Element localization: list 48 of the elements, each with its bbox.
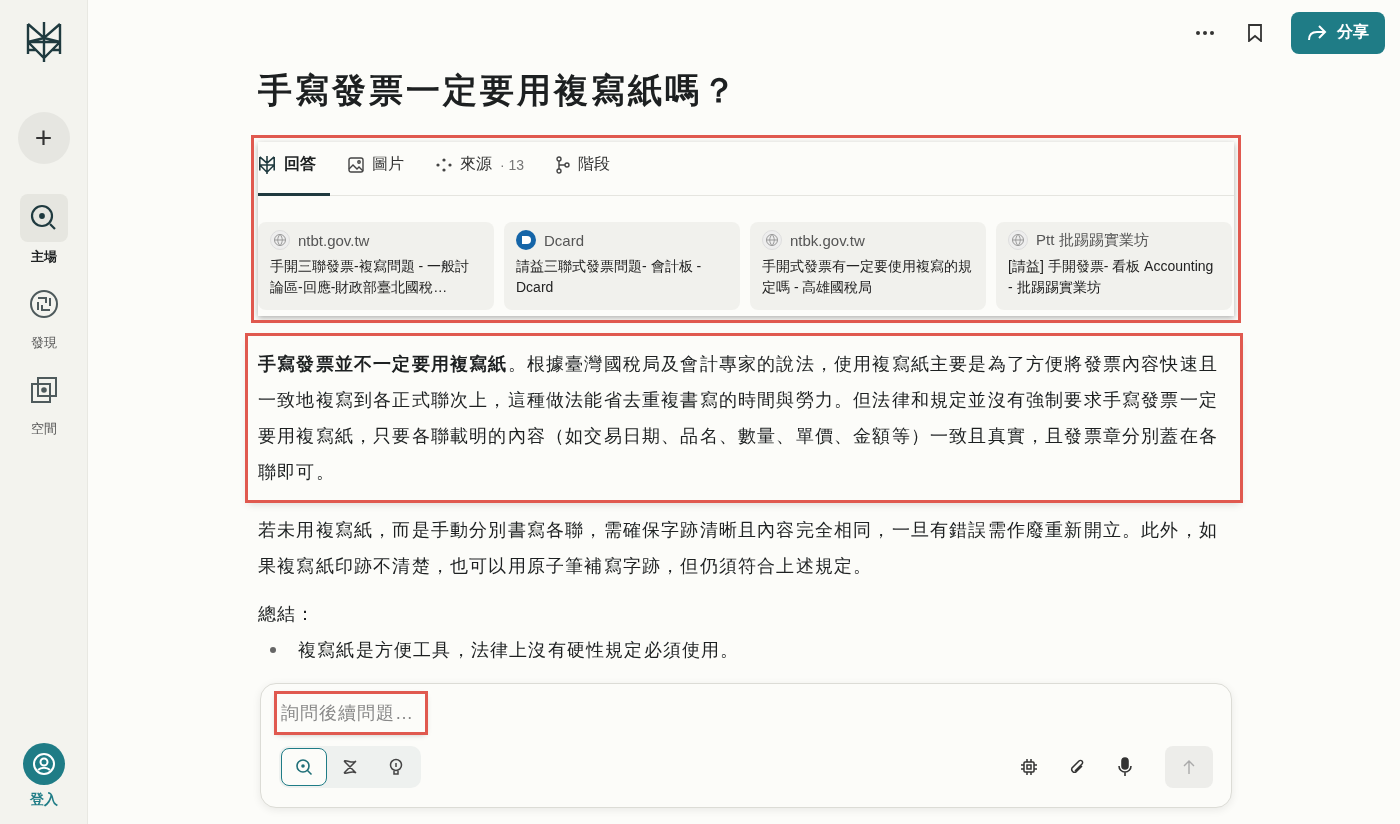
search-icon (29, 204, 58, 232)
tab[interactable]: 階段 (556, 144, 625, 196)
source-card[interactable]: ntbk.gov.tw 手開式發票有一定要使用複寫的規定嗎 - 高雄國稅局 (750, 222, 986, 310)
branch-icon (556, 155, 571, 174)
user-icon (31, 752, 56, 776)
tab[interactable]: 圖片 (348, 144, 418, 196)
globe-icon (28, 289, 59, 319)
search-icon (295, 758, 313, 776)
share-button[interactable]: 分享 (1291, 11, 1385, 54)
question-input-field[interactable]: 詢問後續問題… (277, 694, 425, 732)
source-title: 手開式發票有一定要使用複寫的規定嗎 - 高雄國稅局 (762, 257, 973, 297)
source-card[interactable]: Ptt 批踢踢實業坊 [請益] 手開發票- 看板 Accounting - 批踢踢實業坊 (996, 222, 1232, 310)
source-site: Dcard (544, 231, 584, 249)
bookmark-icon (1248, 23, 1262, 42)
globe-icon (762, 230, 782, 250)
source-card[interactable]: ntbt.gov.tw 手開三聯發票-複寫問題 - 一般討論區-回應-財政部臺北國稅… (258, 222, 494, 310)
microphone-icon (1117, 757, 1133, 777)
tab[interactable]: 回答 (258, 144, 330, 196)
bullet-icon (270, 647, 276, 653)
image-icon (348, 156, 364, 173)
answer-heading: 總結： (258, 603, 316, 626)
sidebar-item[interactable]: 發現 (19, 280, 68, 352)
new-thread-button[interactable]: + (17, 112, 70, 164)
source-card[interactable]: Dcard 請益三聯式發票問題- 會計板 - Dcard (504, 222, 740, 310)
sidebar-item[interactable]: 空間 (19, 366, 68, 438)
more-icon (1196, 30, 1214, 35)
bullet-item: 複寫紙是方便工具，法律上沒有硬性規定必須使用。 (298, 639, 740, 662)
source-site: Ptt 批踢踢實業坊 (1036, 230, 1149, 250)
arrow-up-icon (1182, 759, 1196, 775)
source-site: ntbt.gov.tw (298, 231, 370, 249)
source-title: [請益] 手開發票- 看板 Accounting - 批踢踢實業坊 (1008, 257, 1215, 297)
chip-icon (1020, 758, 1038, 776)
answer-paragraph: 若未用複寫紙，而是手動分別書寫各聯，需確保字跡清晰且內容完全相同，一旦有錯誤需作廢重新開立。此外，如果複寫紙印跡不清楚，也可以用原子筆補寫字跡，但仍須符合上述規定。 (258, 519, 1219, 578)
tab[interactable]: 來源 · 13 (436, 144, 539, 196)
lightbulb-icon (388, 758, 404, 776)
page-title: 手寫發票一定要用複寫紙嗎？ (258, 70, 740, 111)
squares-icon (28, 375, 59, 405)
logo-icon (258, 154, 276, 175)
mode-button[interactable] (281, 748, 327, 786)
source-site: ntbk.gov.tw (790, 231, 865, 249)
source-title: 手開三聯發票-複寫問題 - 一般討論區-回應-財政部臺北國稅… (270, 257, 471, 297)
login-button[interactable]: 登入 (16, 742, 71, 810)
globe-icon (1008, 230, 1028, 250)
answer-paragraph: 手寫發票並不一定要用複寫紙。根據臺灣國稅局及會計專家的說法，使用複寫紙主要是為了方便將發票內容快速且一致地複寫到各正式聯次上，這種做法能省去重複書寫的時間與勞力。但法律和規定並沒有強制要求手寫發票一定要用複寫紙，只要各聯載明的內容（如交易日期、品名、數量、單價、金額等）一致且真實，且發票章分別蓋在各聯即可。 (258, 353, 1219, 484)
dots-icon (436, 157, 452, 172)
share-icon (1307, 23, 1327, 42)
globe-icon (270, 230, 290, 250)
source-title: 請益三聯式發票問題- 會計板 - Dcard (516, 257, 703, 297)
